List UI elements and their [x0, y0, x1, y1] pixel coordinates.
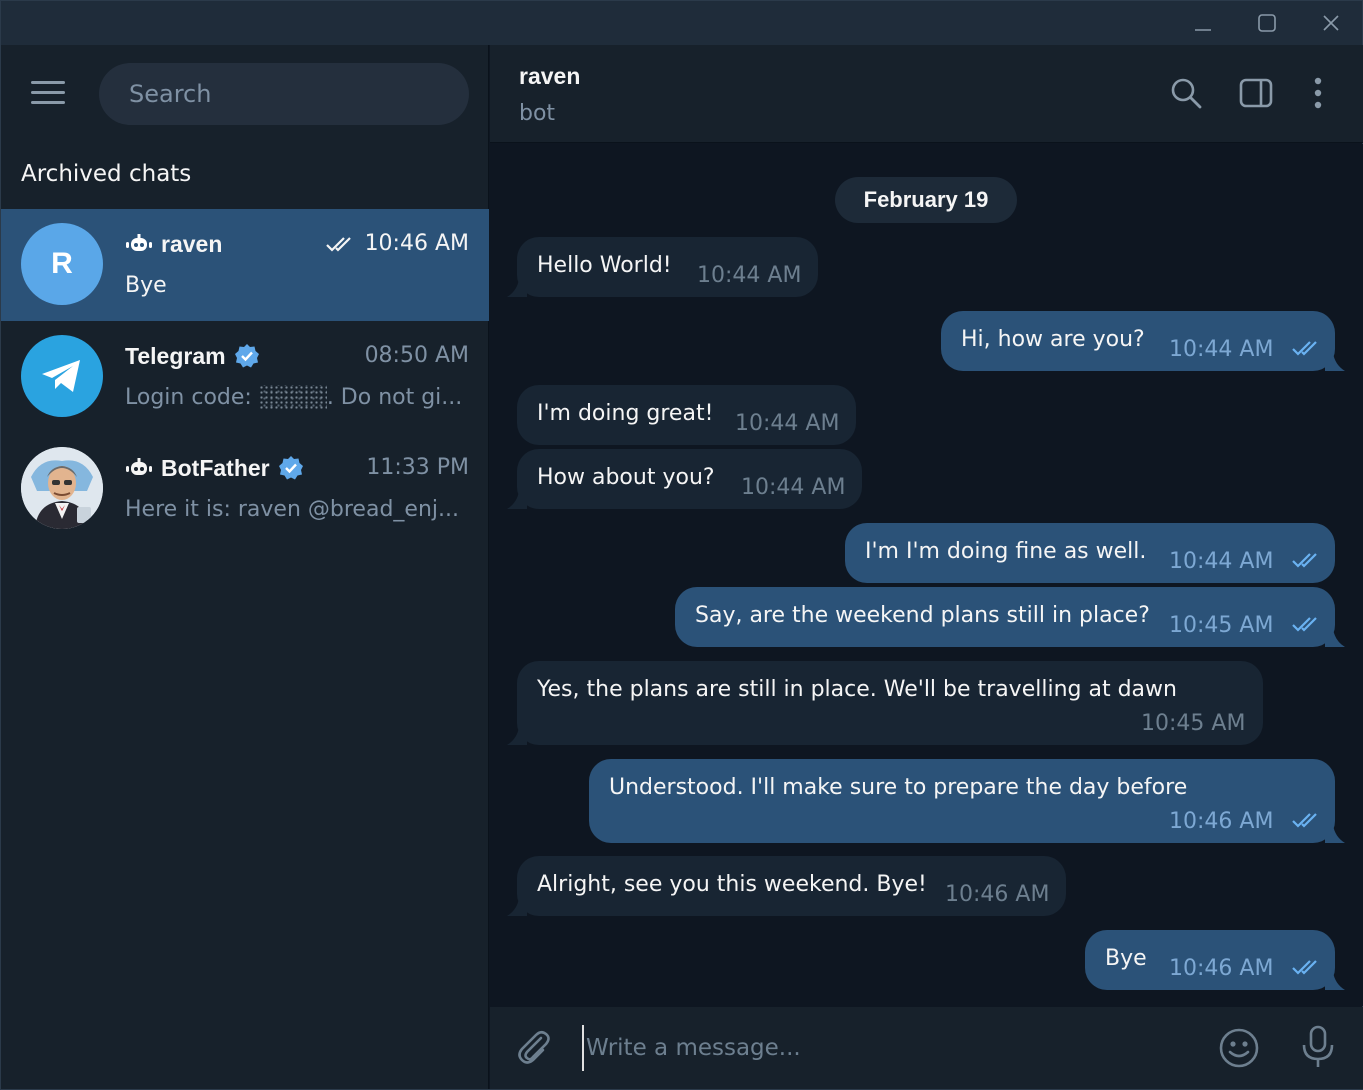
double-check-icon	[1292, 813, 1317, 828]
chat-header[interactable]: raven bot	[490, 45, 1363, 143]
chat-item-telegram[interactable]: Telegram 08:50 AM Login code: . Do not g…	[1, 321, 489, 433]
avatar-letter: R	[51, 247, 73, 280]
chat-time: 10:46 AM	[364, 231, 469, 256]
search-box[interactable]	[99, 63, 469, 125]
search-icon	[1171, 78, 1202, 109]
sidebar-toggle-icon	[1239, 78, 1273, 108]
close-icon	[1323, 15, 1339, 31]
chat-list-sidebar: Archived chats R raven 10:46 AM Bye	[1, 45, 489, 1089]
verified-badge-icon	[278, 455, 304, 481]
telegram-plane-icon	[42, 360, 80, 392]
chat-name: Telegram	[125, 342, 226, 369]
chat-preview: Bye	[125, 273, 167, 298]
emoji-button[interactable]	[1218, 1027, 1260, 1069]
attach-button[interactable]	[514, 1027, 554, 1067]
message-time: 10:45 AM	[1169, 613, 1274, 638]
double-check-icon	[1292, 553, 1317, 568]
message-incoming[interactable]: Hello World! 10:44 AM	[507, 237, 818, 297]
menu-icon	[31, 81, 65, 84]
more-options-button[interactable]	[1298, 73, 1338, 113]
message-time: 10:44 AM	[697, 263, 802, 288]
minimize-icon	[1195, 29, 1211, 31]
chat-title[interactable]: raven	[519, 63, 580, 90]
chat-time: 11:33 PM	[366, 455, 469, 480]
message-incoming[interactable]: Yes, the plans are still in place. We'll…	[507, 661, 1263, 745]
microphone-icon	[1302, 1025, 1334, 1067]
double-check-icon	[325, 236, 351, 252]
message-composer	[490, 1007, 1363, 1089]
message-time: 10:44 AM	[735, 411, 840, 436]
message-incoming[interactable]: How about you? 10:44 AM	[507, 449, 862, 509]
message-time: 10:46 AM	[1169, 956, 1274, 981]
botfather-avatar	[21, 447, 103, 529]
message-time: 10:44 AM	[741, 475, 846, 500]
double-check-icon	[1292, 960, 1317, 975]
chat-preview: Here it is: raven @bread_enj...	[125, 497, 459, 522]
search-input[interactable]	[129, 63, 449, 125]
search-button[interactable]	[1166, 73, 1206, 113]
sidebar-toggle-button[interactable]	[1236, 73, 1276, 113]
message-outgoing[interactable]: Bye 10:46 AM	[1085, 930, 1345, 990]
chat-time: 08:50 AM	[364, 343, 469, 368]
chat-subtitle: bot	[519, 101, 556, 126]
bot-icon	[125, 457, 153, 479]
menu-button[interactable]	[31, 81, 69, 105]
telegram-avatar	[21, 335, 103, 417]
chat-item-botfather[interactable]: BotFather 11:33 PM Here it is: raven @br…	[1, 433, 489, 545]
verified-badge-icon	[234, 343, 260, 369]
message-incoming[interactable]: Alright, see you this weekend. Bye! 10:4…	[507, 856, 1066, 916]
message-time: 10:44 AM	[1169, 549, 1274, 574]
smiley-icon	[1219, 1028, 1259, 1068]
botfather-portrait-icon	[21, 447, 103, 529]
message-outgoing[interactable]: Understood. I'll make sure to prepare th…	[589, 759, 1345, 843]
message-time: 10:46 AM	[945, 882, 1050, 907]
chat-item-raven[interactable]: R raven 10:46 AM Bye	[1, 209, 489, 321]
minimize-button[interactable]	[1171, 1, 1235, 45]
message-time: 10:46 AM	[1169, 809, 1274, 834]
chat-name: BotFather	[161, 454, 270, 481]
archived-chats-title: Archived chats	[21, 161, 192, 187]
bot-icon	[125, 233, 153, 255]
avatar: R	[21, 223, 103, 305]
message-input[interactable]	[582, 1025, 1182, 1071]
double-check-icon	[1292, 341, 1317, 356]
more-vertical-icon	[1314, 77, 1322, 109]
maximize-icon	[1258, 14, 1276, 32]
message-time: 10:45 AM	[1141, 711, 1246, 736]
message-incoming[interactable]: I'm doing great! 10:44 AM	[517, 385, 856, 445]
date-separator: February 19	[835, 177, 1017, 223]
maximize-button[interactable]	[1235, 1, 1299, 45]
voice-record-button[interactable]	[1300, 1025, 1336, 1069]
double-check-icon	[1292, 617, 1317, 632]
message-outgoing[interactable]: I'm I'm doing fine as well. 10:44 AM	[845, 523, 1335, 583]
spoiler-hidden-code[interactable]	[258, 385, 327, 411]
chat-name: raven	[161, 230, 223, 257]
message-outgoing[interactable]: Hi, how are you? 10:44 AM	[941, 311, 1345, 371]
message-history[interactable]: February 19 Hello World! 10:44 AM Hi, ho…	[490, 144, 1363, 1006]
close-window-button[interactable]	[1299, 1, 1363, 45]
chat-preview: Login code: . Do not gi...	[125, 385, 463, 411]
message-time: 10:44 AM	[1169, 337, 1274, 362]
message-outgoing[interactable]: Say, are the weekend plans still in plac…	[675, 587, 1345, 647]
telegram-window: Archived chats R raven 10:46 AM Bye	[0, 0, 1363, 1090]
paperclip-icon	[518, 1030, 550, 1064]
title-bar	[1, 1, 1362, 45]
